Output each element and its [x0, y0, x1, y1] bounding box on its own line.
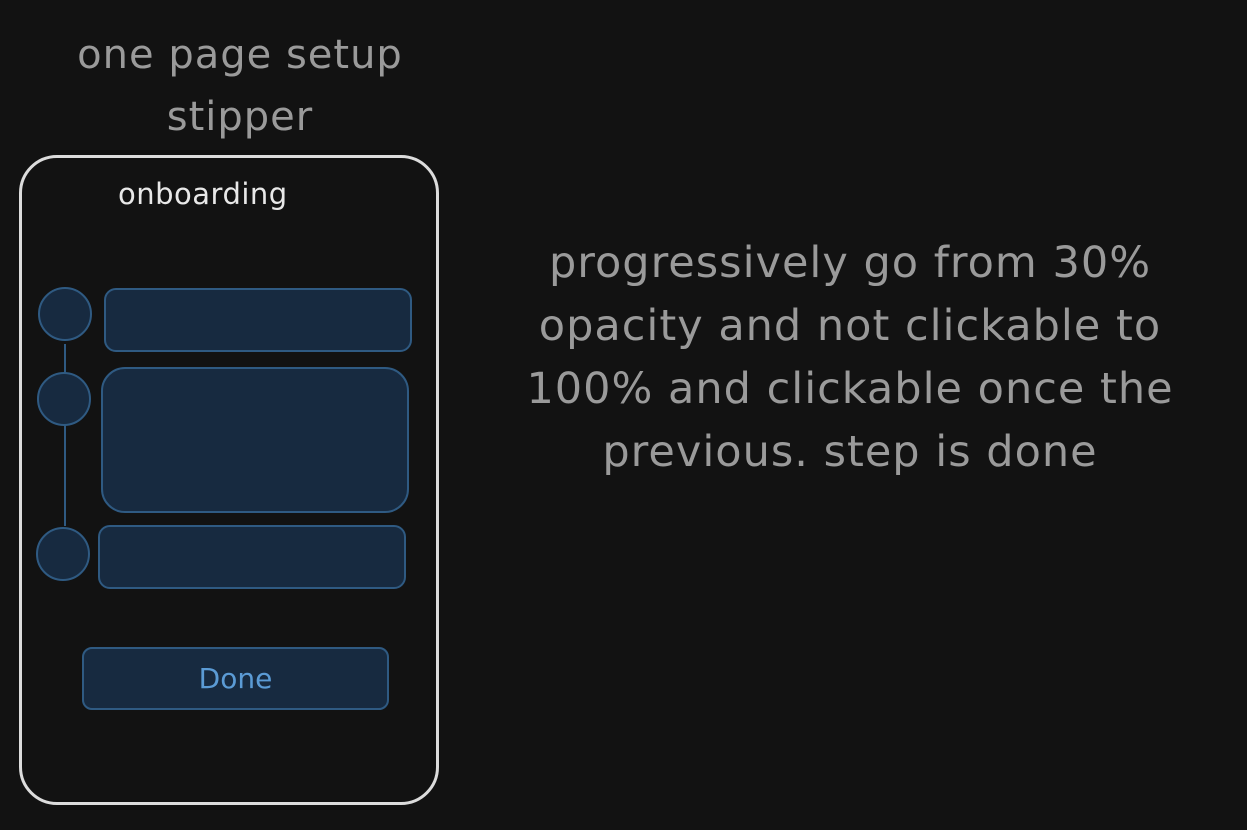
- step-1-indicator: [38, 287, 92, 341]
- sketch-title: one page setup stipper: [20, 24, 460, 148]
- step-3-indicator: [36, 527, 90, 581]
- sketch-title-line-2: stipper: [166, 94, 314, 140]
- annotation-line-2: opacity and not clickable to: [538, 301, 1162, 351]
- annotation-line-1: progressively go from 30%: [548, 238, 1152, 288]
- step-3-card[interactable]: [98, 525, 406, 589]
- onboarding-heading: onboarding: [118, 177, 288, 211]
- sketch-title-line-1: one page setup: [77, 32, 403, 78]
- annotation-line-3: 100% and clickable once the: [526, 364, 1174, 414]
- step-1-card[interactable]: [104, 288, 412, 352]
- annotation-line-4: previous. step is done: [602, 427, 1098, 477]
- step-2-indicator: [37, 372, 91, 426]
- done-button[interactable]: Done: [82, 647, 389, 710]
- annotation-note: progressively go from 30% opacity and no…: [490, 232, 1210, 484]
- step-2-card[interactable]: [101, 367, 409, 513]
